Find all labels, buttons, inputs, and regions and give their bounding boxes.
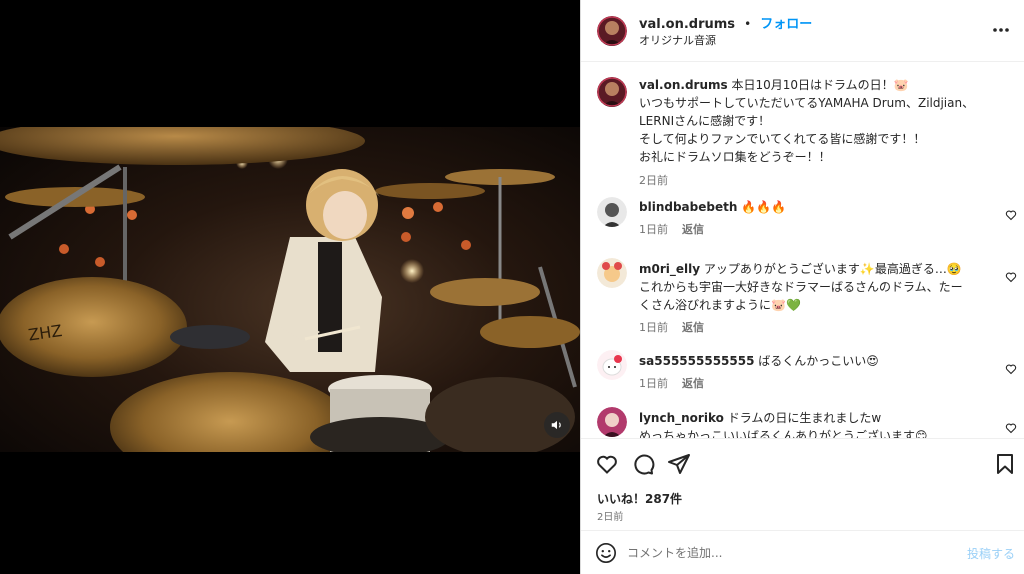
avatar-image: [597, 197, 627, 227]
paper-plane-icon: [668, 454, 690, 474]
comment-time[interactable]: 1日前: [639, 321, 668, 334]
comment-button[interactable]: [631, 452, 655, 480]
caption-line: LERNIさんに感謝です！: [639, 114, 771, 128]
caption-line: お礼にドラムソロ集をどうぞー！！: [639, 150, 831, 164]
post-header: val.on.drums • フォロー オリジナル音源: [581, 0, 1024, 62]
comment-text: ばるくんかっこいい😍: [758, 354, 879, 368]
caption-line: 本日10月10日はドラムの日！🐷: [731, 78, 909, 92]
comment-text: ドラムの日に生まれましたw: [727, 411, 882, 425]
comment-username[interactable]: lynch_noriko: [639, 411, 724, 425]
video-player[interactable]: ZHZ: [0, 127, 580, 452]
comment-time[interactable]: 1日前: [639, 377, 668, 390]
comment-text: これからも宇宙一大好きなドラマーばるさんのドラム、たー: [639, 280, 963, 294]
post-panel: val.on.drums • フォロー オリジナル音源 val.on.drums…: [580, 0, 1024, 574]
caption-time[interactable]: 2日前: [639, 172, 1009, 188]
comments-section[interactable]: val.on.drums 本日10月10日はドラムの日！🐷 いつもサポートしてい…: [581, 62, 1024, 438]
video-pane: ZHZ: [0, 0, 580, 574]
avatar-image: [597, 350, 627, 380]
caption-line: いつもサポートしていただいてるYAMAHA Drum、Zildjian、: [639, 96, 975, 110]
comment-username[interactable]: m0ri_elly: [639, 262, 700, 276]
avatar-image: [597, 407, 627, 437]
header-username[interactable]: val.on.drums: [639, 17, 735, 32]
share-button[interactable]: [667, 452, 691, 480]
comment-text: 🔥🔥🔥: [741, 200, 787, 214]
heart-icon: [1005, 364, 1017, 375]
avatar-image: [597, 258, 627, 288]
reply-button[interactable]: 返信: [682, 321, 704, 334]
avatar-image: [597, 16, 627, 46]
bookmark-icon: [997, 454, 1013, 474]
comment-text: くさん浴びれますように🐷💚: [639, 298, 801, 312]
avatar-image: [597, 77, 627, 107]
comment-composer: 投稿する: [581, 530, 1024, 574]
comment-input[interactable]: [625, 543, 929, 563]
comment-username[interactable]: sa555555555555: [639, 354, 754, 368]
comment-item: lynch_noriko ドラムの日に生まれましたw めっちゃかっこいいばるくん…: [581, 405, 1024, 438]
caption-avatar[interactable]: [597, 77, 627, 107]
action-bar: いいね！287件 2日前: [581, 438, 1024, 530]
emoji-icon: [596, 543, 616, 563]
like-button[interactable]: [595, 452, 619, 480]
comment-time[interactable]: 1日前: [639, 223, 668, 236]
more-options-button[interactable]: [989, 20, 1013, 40]
caption-line: そして何よりファンでいてくれてる皆に感謝です！！: [639, 132, 926, 146]
more-options-icon: [993, 28, 1009, 32]
caption: val.on.drums 本日10月10日はドラムの日！🐷 いつもサポートしてい…: [581, 62, 1024, 187]
comment-icon: [634, 454, 655, 475]
post-date[interactable]: 2日前: [597, 508, 623, 523]
mute-button[interactable]: [544, 412, 570, 438]
reply-button[interactable]: 返信: [682, 223, 704, 236]
drummer-video-frame: ZHZ: [0, 127, 580, 452]
comment-username[interactable]: blindbabebeth: [639, 200, 737, 214]
reply-button[interactable]: 返信: [682, 377, 704, 390]
post-comment-button[interactable]: 投稿する: [967, 545, 1015, 562]
separator-dot: •: [744, 17, 752, 31]
comment-like-button[interactable]: [1005, 419, 1017, 438]
comment-item: blindbabebeth 🔥🔥🔥 1日前 返信: [581, 192, 1024, 242]
comment-like-button[interactable]: [1005, 360, 1017, 379]
audio-label[interactable]: オリジナル音源: [639, 32, 716, 48]
heart-icon: [597, 455, 617, 474]
avatar[interactable]: [597, 16, 627, 46]
comment-avatar[interactable]: [597, 258, 627, 288]
heart-icon: [1005, 210, 1017, 221]
comment-avatar[interactable]: [597, 350, 627, 380]
likes-count[interactable]: いいね！287件: [597, 490, 682, 507]
save-button[interactable]: [993, 452, 1017, 480]
comment-like-button[interactable]: [1005, 268, 1017, 287]
comment-avatar[interactable]: [597, 407, 627, 437]
follow-button[interactable]: フォロー: [760, 17, 812, 32]
speaker-icon: [551, 420, 561, 430]
comment-like-button[interactable]: [1005, 206, 1017, 225]
emoji-button[interactable]: [595, 542, 617, 568]
comment-item: m0ri_elly アップありがとうございます✨最高過ぎる…🥹 これからも宇宙一…: [581, 254, 1024, 334]
heart-icon: [1005, 272, 1017, 283]
comment-text: めっちゃかっこいいばるくんありがとうございます😊: [639, 429, 928, 438]
comment-text: アップありがとうございます✨最高過ぎる…🥹: [703, 262, 962, 276]
comment-avatar[interactable]: [597, 197, 627, 227]
heart-icon: [1005, 423, 1017, 434]
caption-username[interactable]: val.on.drums: [639, 78, 728, 92]
comment-item: sa555555555555 ばるくんかっこいい😍 1日前 返信: [581, 346, 1024, 396]
